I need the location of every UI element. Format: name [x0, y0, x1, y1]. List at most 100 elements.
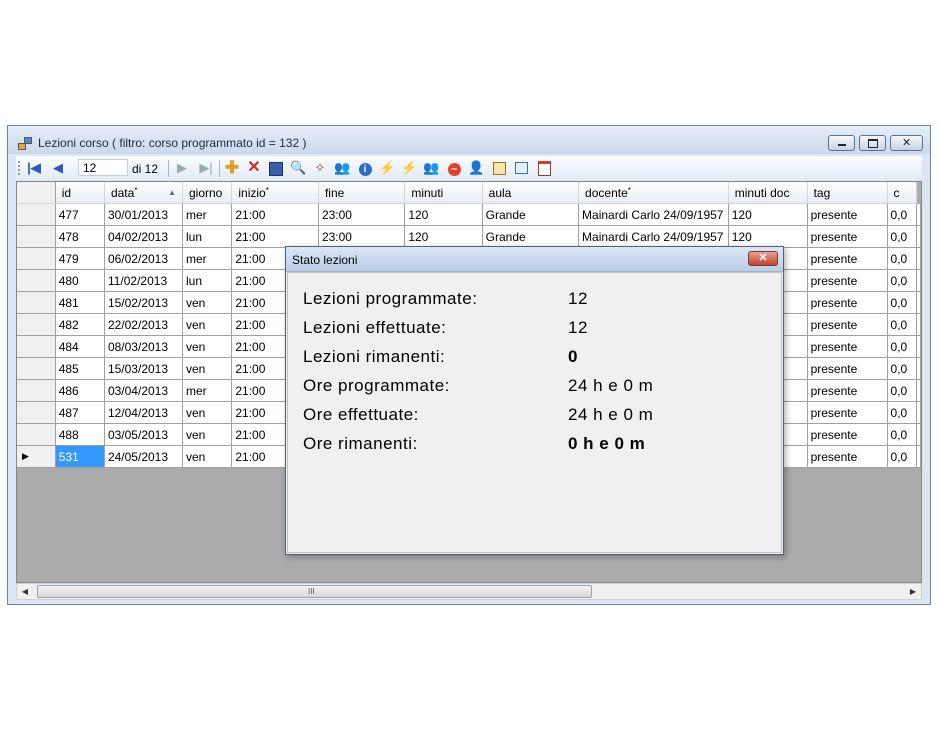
grid-cell-docente[interactable]: Mainardi Carlo 24/09/1957	[578, 203, 729, 226]
grid-cell-id[interactable]: 480	[55, 269, 105, 292]
column-header-id[interactable]: id	[55, 182, 105, 204]
grid-cell-giorno[interactable]: mer	[182, 247, 233, 270]
grid-cell-minuti-doc[interactable]: 120	[728, 225, 808, 248]
lightning-icon[interactable]: ⚡	[379, 160, 395, 176]
row-header[interactable]	[17, 335, 56, 358]
table-row[interactable]: 478 04/02/2013 lun 21:00 23:00 120 Grande Maina…	[17, 225, 921, 248]
grid-cell-id[interactable]: 481	[55, 291, 105, 314]
grid-cell-giorno[interactable]: ven	[182, 423, 233, 446]
grid-cell-c[interactable]: 0,0	[887, 291, 918, 314]
row-header[interactable]	[17, 379, 56, 402]
person-icon[interactable]: 👤	[468, 160, 484, 176]
grid-cell-c[interactable]: 0,0	[887, 203, 918, 226]
grid-cell-aula[interactable]: Grande	[482, 225, 580, 248]
grid-cell-giorno[interactable]: lun	[182, 225, 233, 248]
grid-cell-fine[interactable]: 23:00	[318, 203, 406, 226]
close-button[interactable]: ✕	[890, 135, 923, 151]
save-icon[interactable]	[268, 160, 284, 176]
row-header[interactable]	[17, 401, 56, 424]
grid-cell-c[interactable]: 0,0	[887, 445, 918, 468]
grid-cell-tag[interactable]: presente	[807, 401, 888, 424]
prev-record-icon[interactable]: ◀	[50, 160, 66, 176]
grid-cell-tag[interactable]: presente	[807, 335, 888, 358]
first-record-icon[interactable]: |◀	[26, 160, 42, 176]
minimize-button[interactable]	[828, 135, 855, 151]
grid-cell-tag[interactable]: presente	[807, 423, 888, 446]
grid-cell-giorno[interactable]: ven	[182, 401, 233, 424]
calendar-icon[interactable]	[491, 160, 507, 176]
dialog-title-bar[interactable]: Stato lezioni ✕	[286, 247, 783, 272]
column-header-docente[interactable]: docente*	[578, 182, 729, 204]
search-icon[interactable]: 🔍	[290, 160, 306, 176]
grid-cell-id[interactable]: 488	[55, 423, 105, 446]
horizontal-scrollbar[interactable]: ◀ III ▶	[16, 583, 922, 600]
maximize-button[interactable]	[859, 135, 886, 151]
grid-cell-data[interactable]: 03/05/2013	[104, 423, 183, 446]
grid-cell-inizio[interactable]: 21:00	[231, 225, 319, 248]
grid-cell-tag[interactable]: presente	[807, 269, 888, 292]
grid-cell-data[interactable]: 11/02/2013	[104, 269, 183, 292]
grid-cell-data[interactable]: 08/03/2013	[104, 335, 183, 358]
wand-icon[interactable]: ✧	[312, 160, 328, 176]
grid-cell-giorno[interactable]: ven	[182, 291, 233, 314]
grid-cell-giorno[interactable]: mer	[182, 203, 233, 226]
grid-cell-minuti-doc[interactable]: 120	[728, 203, 808, 226]
grid-cell-tag[interactable]: presente	[807, 291, 888, 314]
title-bar[interactable]: Lezioni corso ( filtro: corso programmat…	[8, 126, 930, 154]
grid-cell-data[interactable]: 12/04/2013	[104, 401, 183, 424]
grid-cell-tag[interactable]: presente	[807, 203, 888, 226]
row-header[interactable]	[17, 313, 56, 336]
group-icon[interactable]: 👥	[423, 160, 439, 176]
row-header[interactable]	[17, 291, 56, 314]
column-header-fine[interactable]: fine	[318, 182, 406, 204]
grid-cell-data[interactable]: 24/05/2013	[104, 445, 183, 468]
scroll-right-icon[interactable]: ▶	[906, 585, 920, 599]
last-record-icon[interactable]: ▶|	[198, 160, 214, 176]
grid-cell-giorno[interactable]: ven	[182, 445, 233, 468]
grid-cell-id[interactable]: 478	[55, 225, 105, 248]
scroll-left-icon[interactable]: ◀	[18, 585, 32, 599]
column-header-minuti[interactable]: minuti	[404, 182, 483, 204]
grid-cell-id[interactable]: 487	[55, 401, 105, 424]
export-icon[interactable]	[513, 160, 529, 176]
grid-cell-c[interactable]: 0,0	[887, 335, 918, 358]
grid-cell-docente[interactable]: Mainardi Carlo 24/09/1957	[578, 225, 729, 248]
row-header[interactable]	[17, 357, 56, 380]
stop-icon[interactable]: –	[446, 160, 462, 176]
delete-icon[interactable]: ✕	[246, 160, 262, 176]
grid-cell-tag[interactable]: presente	[807, 379, 888, 402]
column-header-aula[interactable]: aula	[482, 182, 580, 204]
grid-cell-tag[interactable]: presente	[807, 247, 888, 270]
grid-cell-giorno[interactable]: ven	[182, 357, 233, 380]
row-header[interactable]	[17, 247, 56, 270]
grid-cell-data[interactable]: 06/02/2013	[104, 247, 183, 270]
grid-cell-data[interactable]: 30/01/2013	[104, 203, 183, 226]
add-icon[interactable]: ✚	[224, 159, 240, 176]
schedule-icon[interactable]	[536, 160, 552, 176]
grid-cell-id[interactable]: 485	[55, 357, 105, 380]
grid-cell-data[interactable]: 15/03/2013	[104, 357, 183, 380]
grid-cell-aula[interactable]: Grande	[482, 203, 580, 226]
current-row-icon[interactable]: ▶	[17, 445, 56, 468]
lightning-alt-icon[interactable]: ⚡	[401, 160, 417, 176]
grid-cell-c[interactable]: 0,0	[887, 401, 918, 424]
row-header[interactable]	[17, 203, 56, 226]
grid-cell-inizio[interactable]: 21:00	[231, 203, 319, 226]
grid-cell-c[interactable]: 0,0	[887, 357, 918, 380]
row-header-corner[interactable]	[17, 182, 56, 204]
grid-cell-tag[interactable]: presente	[807, 313, 888, 336]
dialog-close-button[interactable]: ✕	[748, 251, 778, 266]
row-header[interactable]	[17, 423, 56, 446]
grid-cell-giorno[interactable]: lun	[182, 269, 233, 292]
column-header-giorno[interactable]: giorno	[182, 182, 233, 204]
grid-cell-data[interactable]: 22/02/2013	[104, 313, 183, 336]
grid-cell-giorno[interactable]: ven	[182, 313, 233, 336]
row-header[interactable]	[17, 225, 56, 248]
grid-cell-id[interactable]: 531	[55, 445, 105, 468]
grid-cell-id[interactable]: 477	[55, 203, 105, 226]
grid-cell-c[interactable]: 0,0	[887, 379, 918, 402]
grid-cell-data[interactable]: 03/04/2013	[104, 379, 183, 402]
grid-cell-c[interactable]: 0,0	[887, 225, 918, 248]
users-icon[interactable]: 👥	[334, 160, 350, 176]
grid-cell-minuti[interactable]: 120	[404, 225, 483, 248]
